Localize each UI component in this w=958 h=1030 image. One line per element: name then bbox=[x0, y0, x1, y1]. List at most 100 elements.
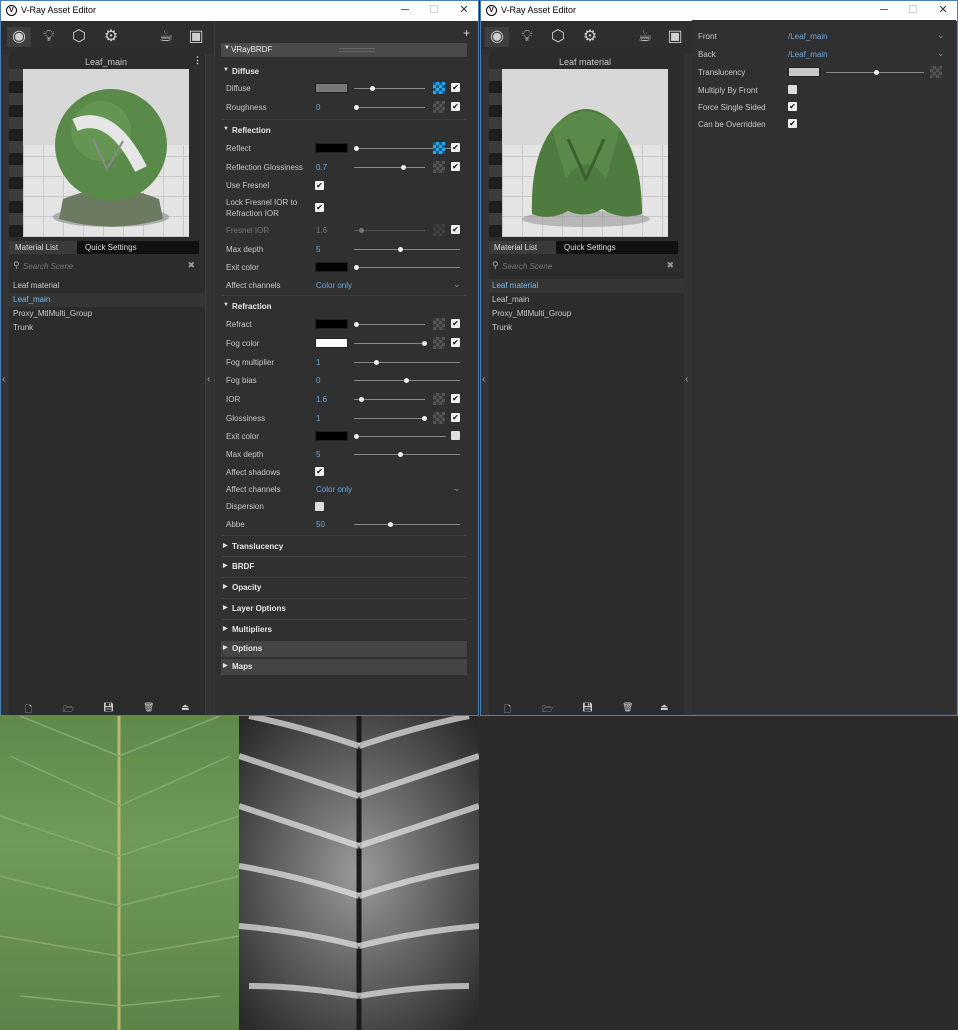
lock-fresnel-checkbox[interactable]: ✔ bbox=[315, 203, 324, 212]
purge-broom-icon[interactable]: ⏏ bbox=[660, 702, 669, 713]
settings-icon[interactable]: ⚙ bbox=[101, 27, 121, 47]
chevron-down-icon[interactable]: ⌄ bbox=[453, 483, 461, 494]
can-be-overridden-checkbox[interactable]: ✔ bbox=[788, 119, 797, 128]
force-single-sided-checkbox[interactable]: ✔ bbox=[788, 102, 797, 111]
delete-icon[interactable]: 🗑︎ bbox=[143, 702, 154, 713]
refraction-glossiness-texture-map-button[interactable] bbox=[433, 412, 445, 424]
refraction-exit-color-checkbox[interactable]: ✔ bbox=[451, 431, 460, 440]
refraction-glossiness-slider[interactable] bbox=[354, 416, 427, 421]
fresnel-ior-enable-checkbox[interactable]: ✔ bbox=[451, 225, 460, 234]
reflect-enable-checkbox[interactable]: ✔ bbox=[451, 143, 460, 152]
refraction-glossiness-value[interactable]: 1 bbox=[316, 414, 320, 423]
fog-multiplier-slider[interactable] bbox=[354, 360, 460, 365]
refract-color-swatch[interactable] bbox=[315, 319, 348, 329]
add-layer-icon[interactable]: + bbox=[463, 26, 470, 40]
list-item-selected[interactable]: Leaf_main bbox=[9, 293, 205, 307]
section-reflection[interactable]: ▼ Reflection bbox=[221, 125, 467, 138]
refract-enable-checkbox[interactable]: ✔ bbox=[451, 319, 460, 328]
minimize-button[interactable]: ─ bbox=[877, 3, 891, 17]
fresnel-ior-texture-map-button[interactable] bbox=[433, 224, 445, 236]
diffuse-texture-map-button[interactable] bbox=[433, 82, 445, 94]
dispersion-checkbox[interactable]: ✔ bbox=[315, 502, 324, 511]
roughness-slider[interactable] bbox=[354, 105, 425, 110]
abbe-slider[interactable] bbox=[354, 522, 460, 527]
translucency-color-swatch[interactable] bbox=[788, 67, 820, 77]
roughness-enable-checkbox[interactable]: ✔ bbox=[451, 102, 460, 111]
diffuse-color-swatch[interactable] bbox=[315, 83, 348, 93]
clear-search-icon[interactable]: ✖ bbox=[187, 260, 195, 271]
translucency-slider[interactable] bbox=[826, 70, 924, 75]
collapse-middle-handle[interactable]: ‹ bbox=[684, 54, 692, 715]
section-multipliers[interactable]: ▶ Multipliers bbox=[221, 624, 467, 637]
fog-color-swatch[interactable] bbox=[315, 338, 348, 348]
frame-buffer-icon[interactable]: ▣ bbox=[186, 27, 206, 47]
section-opacity[interactable]: ▶ Opacity bbox=[221, 582, 467, 595]
affect-shadows-checkbox[interactable]: ✔ bbox=[315, 467, 324, 476]
ior-value[interactable]: 1.6 bbox=[316, 395, 327, 404]
collapse-left-handle[interactable]: ‹ bbox=[1, 54, 9, 715]
fresnel-ior-value[interactable]: 1.6 bbox=[316, 226, 327, 235]
delete-icon[interactable]: 🗑︎ bbox=[622, 702, 633, 713]
reflection-exit-color-swatch[interactable] bbox=[315, 262, 348, 272]
reflection-max-depth-slider[interactable] bbox=[354, 247, 460, 252]
diffuse-slider[interactable] bbox=[354, 86, 425, 91]
fog-color-slider[interactable] bbox=[354, 341, 427, 346]
glossiness-enable-checkbox[interactable]: ✔ bbox=[451, 162, 460, 171]
section-diffuse[interactable]: ▼ Diffuse bbox=[221, 66, 467, 79]
refraction-exit-color-swatch[interactable] bbox=[315, 431, 348, 441]
ior-texture-map-button[interactable] bbox=[433, 393, 445, 405]
list-item[interactable]: Leaf material bbox=[9, 279, 205, 293]
reflection-glossiness-slider[interactable] bbox=[354, 165, 425, 170]
section-options[interactable]: ▶ Options bbox=[221, 641, 467, 657]
render-teapot-icon[interactable]: ☕︎ bbox=[632, 27, 658, 47]
preview-menu-icon[interactable]: ⋮ bbox=[193, 55, 202, 66]
list-item[interactable]: Proxy_MtlMulti_Group bbox=[488, 307, 684, 321]
section-translucency[interactable]: ▶ Translucency bbox=[221, 541, 467, 554]
section-maps[interactable]: ▶ Maps bbox=[221, 659, 467, 675]
close-button[interactable]: ✕ bbox=[936, 3, 950, 17]
save-icon[interactable]: 💾︎ bbox=[582, 702, 593, 713]
collapse-middle-handle[interactable]: ‹ bbox=[206, 54, 214, 715]
fog-bias-slider[interactable] bbox=[354, 378, 460, 383]
list-item[interactable]: Proxy_MtlMulti_Group bbox=[9, 307, 205, 321]
search-input[interactable] bbox=[23, 259, 183, 273]
frame-buffer-icon[interactable]: ▣ bbox=[665, 27, 685, 47]
section-brdf[interactable]: ▶ BRDF bbox=[221, 561, 467, 574]
open-folder-icon[interactable]: 🗁︎ bbox=[63, 702, 74, 715]
refract-slider[interactable] bbox=[354, 322, 425, 327]
tab-quick-settings[interactable]: Quick Settings bbox=[558, 241, 622, 254]
fog-bias-value[interactable]: 0 bbox=[316, 376, 320, 385]
brdf-layer-header[interactable]: ▼ VRayBRDF ⋮ bbox=[221, 43, 467, 57]
abbe-value[interactable]: 50 bbox=[316, 520, 325, 529]
purge-broom-icon[interactable]: ⏏ bbox=[181, 702, 190, 713]
reflection-max-depth-value[interactable]: 5 bbox=[316, 245, 320, 254]
front-material-dropdown[interactable]: /Leaf_main bbox=[788, 32, 828, 41]
materials-icon[interactable]: ◉ bbox=[7, 27, 31, 47]
roughness-texture-map-button[interactable] bbox=[433, 101, 445, 113]
search-input[interactable] bbox=[502, 259, 662, 273]
clear-search-icon[interactable]: ✖ bbox=[666, 260, 674, 271]
tab-material-list[interactable]: Material List bbox=[9, 241, 77, 254]
new-file-icon[interactable]: 🗋︎ bbox=[25, 702, 32, 715]
maximize-button[interactable]: ☐ bbox=[427, 3, 441, 17]
refraction-glossiness-enable-checkbox[interactable]: ✔ bbox=[451, 413, 460, 422]
translucency-texture-map-button[interactable] bbox=[930, 66, 942, 78]
refraction-exit-color-slider[interactable] bbox=[354, 434, 446, 439]
close-button[interactable]: ✕ bbox=[457, 3, 471, 17]
lights-icon[interactable]: 💡︎ bbox=[39, 27, 59, 47]
chevron-down-icon[interactable]: ⌄ bbox=[453, 279, 461, 290]
refraction-affect-channels-dropdown[interactable]: Color only bbox=[316, 485, 352, 494]
render-teapot-icon[interactable]: ☕︎ bbox=[153, 27, 179, 47]
reflection-glossiness-value[interactable]: 0.7 bbox=[316, 163, 327, 172]
section-refraction[interactable]: ▼ Refraction bbox=[221, 301, 467, 314]
layer-menu-icon[interactable]: ⋮ bbox=[231, 44, 461, 55]
reflection-exit-color-slider[interactable] bbox=[354, 265, 460, 270]
refraction-max-depth-value[interactable]: 5 bbox=[316, 450, 320, 459]
collapse-left-handle[interactable]: ‹ bbox=[481, 54, 489, 715]
fog-enable-checkbox[interactable]: ✔ bbox=[451, 338, 460, 347]
back-material-dropdown[interactable]: /Leaf_main bbox=[788, 50, 828, 59]
materials-icon[interactable]: ◉ bbox=[485, 27, 509, 47]
geometry-icon[interactable]: ⬡ bbox=[69, 27, 89, 47]
lights-icon[interactable]: 💡︎ bbox=[517, 27, 537, 47]
refract-texture-map-button[interactable] bbox=[433, 318, 445, 330]
